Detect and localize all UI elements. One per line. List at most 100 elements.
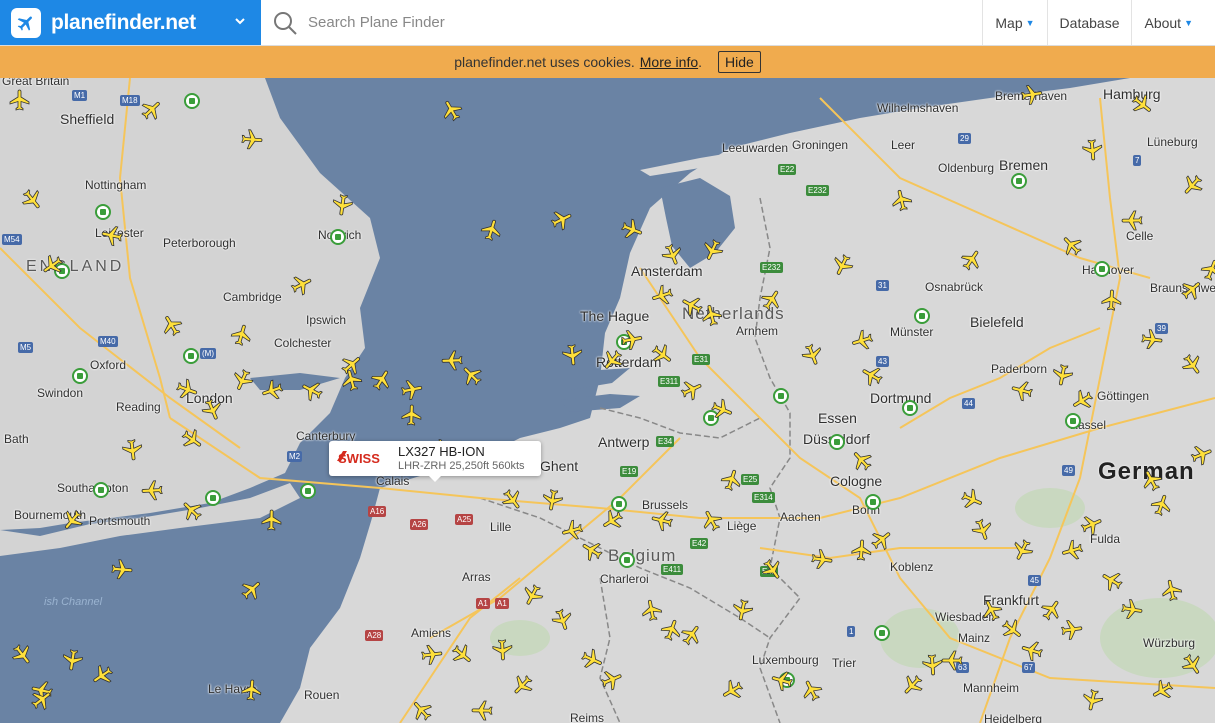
aircraft-icon[interactable] — [1180, 173, 1204, 197]
aircraft-icon[interactable] — [600, 348, 624, 372]
aircraft-icon[interactable] — [300, 378, 324, 402]
nav-map[interactable]: Map ▼ — [982, 0, 1046, 45]
aircraft-icon[interactable] — [400, 403, 424, 427]
aircraft-icon[interactable] — [1060, 233, 1084, 257]
aircraft-icon[interactable] — [1190, 443, 1214, 467]
airport-marker[interactable] — [205, 490, 221, 506]
aircraft-icon[interactable] — [120, 438, 144, 462]
aircraft-icon[interactable] — [180, 498, 204, 522]
aircraft-icon[interactable] — [470, 698, 494, 722]
aircraft-icon[interactable] — [700, 508, 724, 532]
aircraft-icon[interactable] — [710, 398, 734, 422]
aircraft-icon[interactable] — [480, 218, 504, 242]
aircraft-icon[interactable] — [960, 248, 984, 272]
aircraft-icon[interactable] — [720, 678, 744, 702]
aircraft-icon[interactable] — [870, 528, 894, 552]
aircraft-icon[interactable] — [980, 598, 1004, 622]
aircraft-icon[interactable] — [1140, 328, 1164, 352]
aircraft-icon[interactable] — [700, 238, 724, 262]
airport-marker[interactable] — [865, 494, 881, 510]
aircraft-icon[interactable] — [1160, 578, 1184, 602]
aircraft-icon[interactable] — [1100, 568, 1124, 592]
cookie-hide-button[interactable]: Hide — [718, 50, 761, 73]
aircraft-icon[interactable] — [800, 343, 824, 367]
aircraft-icon[interactable] — [520, 583, 544, 607]
aircraft-icon[interactable] — [760, 288, 784, 312]
aircraft-icon[interactable] — [450, 643, 474, 667]
aircraft-icon[interactable] — [1080, 138, 1104, 162]
aircraft-icon[interactable] — [720, 468, 744, 492]
chevron-down-icon[interactable] — [233, 14, 247, 28]
aircraft-icon[interactable] — [410, 698, 434, 722]
aircraft-icon[interactable] — [100, 223, 124, 247]
flight-map[interactable]: ENGLAND Netherlands Belgium German ish C… — [0, 78, 1215, 723]
aircraft-icon[interactable] — [240, 128, 264, 152]
aircraft-icon[interactable] — [90, 663, 114, 687]
aircraft-icon[interactable] — [420, 643, 444, 667]
airport-marker[interactable] — [1065, 413, 1081, 429]
aircraft-icon[interactable] — [760, 558, 784, 582]
aircraft-icon[interactable] — [175, 378, 199, 402]
aircraft-icon[interactable] — [900, 673, 924, 697]
aircraft-icon[interactable] — [460, 363, 484, 387]
aircraft-icon[interactable] — [540, 488, 564, 512]
cookie-more-info-link[interactable]: More info — [640, 54, 698, 70]
aircraft-icon[interactable] — [560, 343, 584, 367]
airport-marker[interactable] — [330, 229, 346, 245]
aircraft-icon[interactable] — [1010, 538, 1034, 562]
aircraft-icon[interactable] — [1100, 288, 1124, 312]
aircraft-icon[interactable] — [240, 578, 264, 602]
airport-marker[interactable] — [1011, 173, 1027, 189]
aircraft-icon[interactable] — [600, 508, 624, 532]
aircraft-icon[interactable] — [640, 598, 664, 622]
aircraft-icon[interactable] — [1060, 538, 1084, 562]
aircraft-icon[interactable] — [500, 488, 524, 512]
aircraft-icon[interactable] — [490, 638, 514, 662]
aircraft-icon[interactable] — [400, 378, 424, 402]
aircraft-icon[interactable] — [1150, 678, 1174, 702]
aircraft-icon[interactable] — [20, 188, 44, 212]
aircraft-icon[interactable] — [1180, 353, 1204, 377]
aircraft-icon[interactable] — [730, 598, 754, 622]
brand[interactable]: planefinder.net — [0, 0, 261, 45]
aircraft-icon[interactable] — [860, 363, 884, 387]
aircraft-icon[interactable] — [770, 668, 794, 692]
aircraft-icon[interactable] — [260, 378, 284, 402]
aircraft-icon[interactable] — [180, 428, 204, 452]
aircraft-icon[interactable] — [620, 218, 644, 242]
aircraft-icon[interactable] — [1180, 653, 1204, 677]
nav-about[interactable]: About ▼ — [1131, 0, 1215, 45]
aircraft-icon[interactable] — [260, 508, 284, 532]
aircraft-icon[interactable] — [340, 353, 364, 377]
aircraft-icon[interactable] — [810, 548, 834, 572]
aircraft-icon[interactable] — [60, 508, 84, 532]
aircraft-icon[interactable] — [1080, 688, 1104, 712]
aircraft-icon[interactable] — [1130, 93, 1154, 117]
aircraft-icon[interactable] — [8, 88, 32, 112]
aircraft-icon[interactable] — [650, 283, 674, 307]
flight-tooltip[interactable]: SWISS LX327 HB-ION LHR-ZRH 25,250ft 560k… — [329, 441, 541, 482]
aircraft-icon[interactable] — [650, 343, 674, 367]
airport-marker[interactable] — [95, 204, 111, 220]
aircraft-icon[interactable] — [30, 688, 54, 712]
aircraft-icon[interactable] — [550, 208, 574, 232]
aircraft-icon[interactable] — [1150, 493, 1174, 517]
aircraft-icon[interactable] — [60, 648, 84, 672]
aircraft-icon[interactable] — [1060, 618, 1084, 642]
aircraft-icon[interactable] — [800, 678, 824, 702]
aircraft-icon[interactable] — [160, 313, 184, 337]
aircraft-icon[interactable] — [140, 98, 164, 122]
airport-marker[interactable] — [72, 368, 88, 384]
airport-marker[interactable] — [183, 348, 199, 364]
aircraft-icon[interactable] — [580, 648, 604, 672]
aircraft-icon[interactable] — [650, 508, 674, 532]
airport-marker[interactable] — [773, 388, 789, 404]
aircraft-icon[interactable] — [1010, 378, 1034, 402]
aircraft-icon[interactable] — [10, 643, 34, 667]
airport-marker[interactable] — [874, 625, 890, 641]
aircraft-icon[interactable] — [1020, 83, 1044, 107]
aircraft-icon[interactable] — [200, 398, 224, 422]
aircraft-icon[interactable] — [370, 368, 394, 392]
aircraft-icon[interactable] — [290, 273, 314, 297]
aircraft-icon[interactable] — [830, 253, 854, 277]
